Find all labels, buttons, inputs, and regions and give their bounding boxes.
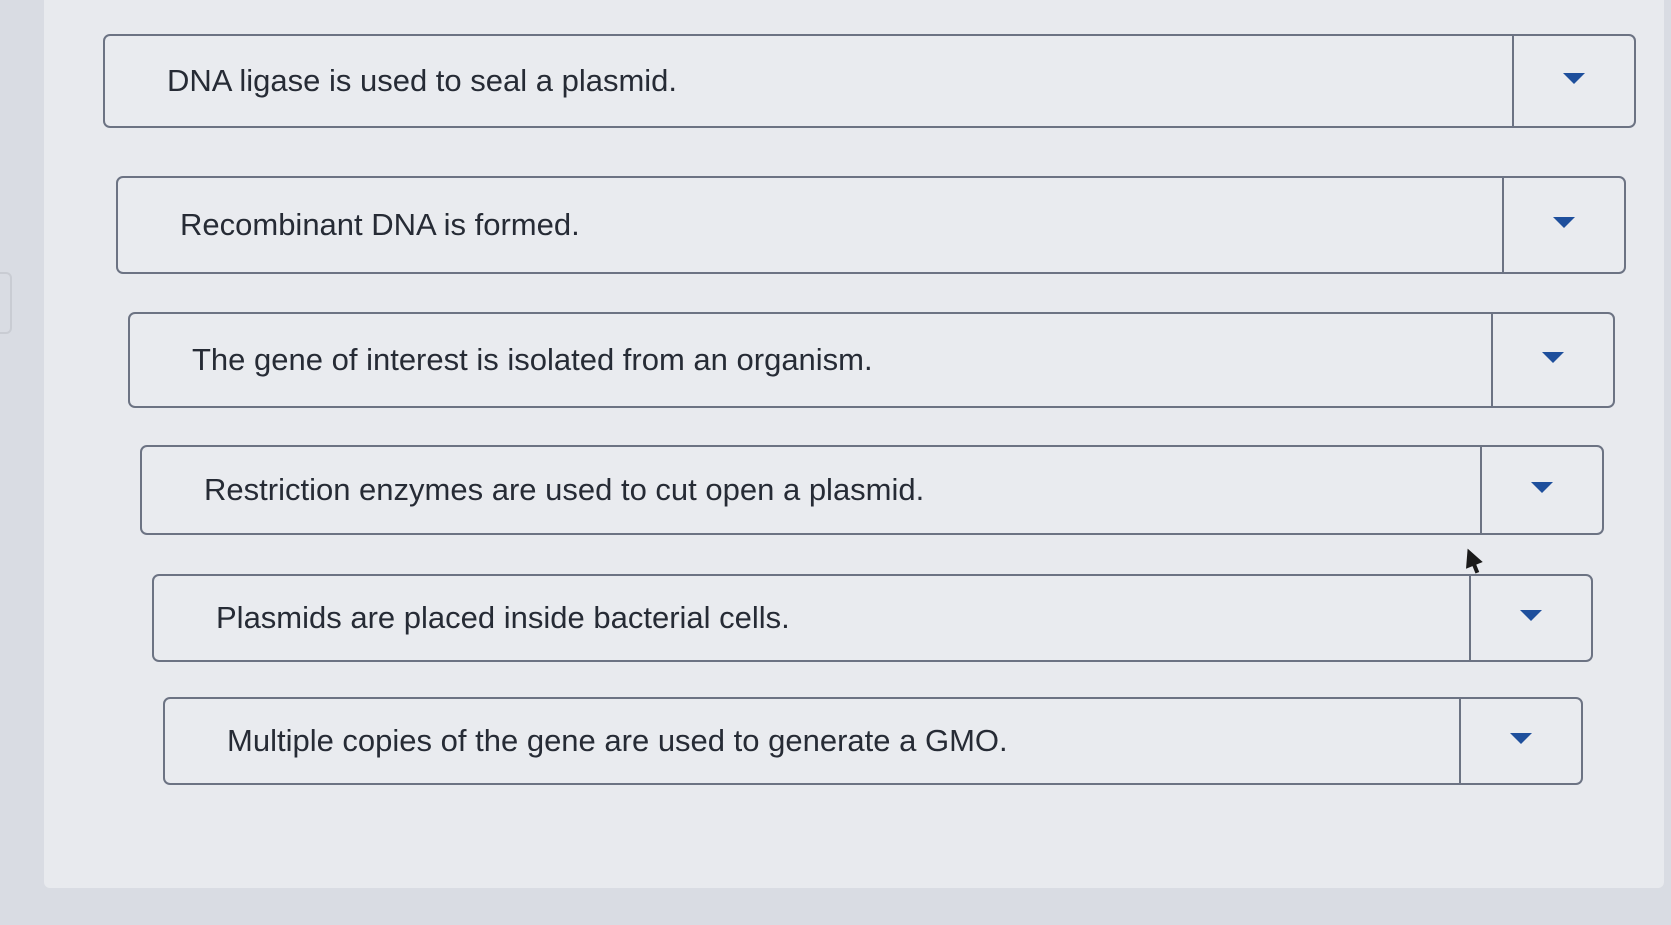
side-edge-tab — [0, 272, 12, 334]
order-dropdown[interactable] — [1491, 314, 1613, 406]
sequence-item-label: The gene of interest is isolated from an… — [192, 342, 873, 377]
sequence-item: Plasmids are placed inside bacterial cel… — [152, 574, 1593, 662]
order-dropdown[interactable] — [1512, 36, 1634, 126]
order-dropdown[interactable] — [1459, 699, 1581, 783]
order-dropdown[interactable] — [1502, 178, 1624, 272]
caret-down-icon — [1553, 217, 1575, 228]
sequence-item: Recombinant DNA is formed. — [116, 176, 1626, 274]
caret-down-icon — [1520, 610, 1542, 621]
sequence-item: Multiple copies of the gene are used to … — [163, 697, 1583, 785]
caret-down-icon — [1542, 352, 1564, 363]
sequence-item-label: Restriction enzymes are used to cut open… — [204, 472, 925, 507]
caret-down-icon — [1510, 733, 1532, 744]
sequence-item-label: Plasmids are placed inside bacterial cel… — [216, 600, 790, 635]
sequence-item-label: Multiple copies of the gene are used to … — [227, 723, 1008, 758]
caret-down-icon — [1531, 482, 1553, 493]
caret-down-icon — [1563, 73, 1585, 84]
order-dropdown[interactable] — [1469, 576, 1591, 660]
sequence-item-label: Recombinant DNA is formed. — [180, 207, 580, 242]
sequence-item: DNA ligase is used to seal a plasmid. — [103, 34, 1636, 128]
sequence-item: The gene of interest is isolated from an… — [128, 312, 1615, 408]
sequence-item-label: DNA ligase is used to seal a plasmid. — [167, 63, 678, 98]
sequence-item: Restriction enzymes are used to cut open… — [140, 445, 1604, 535]
order-dropdown[interactable] — [1480, 447, 1602, 533]
